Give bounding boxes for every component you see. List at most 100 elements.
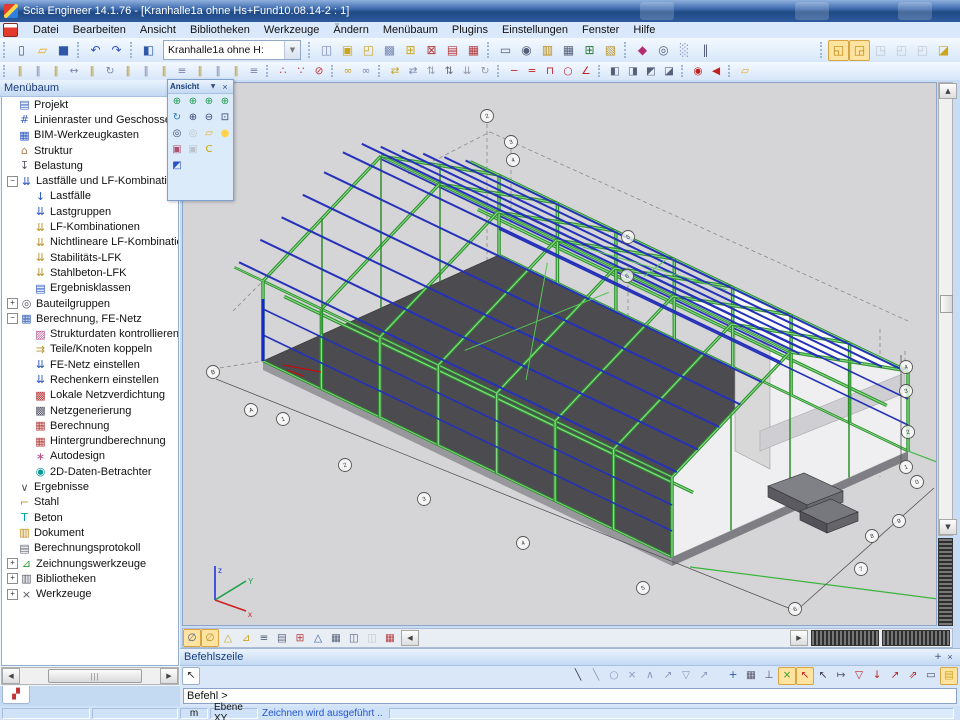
snap-node-button[interactable]: ↖ xyxy=(814,667,832,685)
light-bulb-button[interactable]: ● xyxy=(217,126,233,142)
window-layout-4-button[interactable]: ◰ xyxy=(891,40,912,61)
draw-dimension-button[interactable]: = xyxy=(523,62,541,80)
zoom-out-button[interactable]: ⊖ xyxy=(201,110,217,126)
rotate-bar-horizontal-2[interactable] xyxy=(882,630,950,646)
render-surface-button[interactable]: ∅ xyxy=(201,629,219,647)
menu--ndern[interactable]: Ändern xyxy=(326,23,375,37)
snap-vec-button[interactable]: ↗ xyxy=(695,667,713,685)
snap-arc-button[interactable]: ○ xyxy=(605,667,623,685)
tree-item-berechnung[interactable]: ▦Berechnung xyxy=(2,418,178,433)
collapse-toolbar-button[interactable]: ◀ xyxy=(401,630,419,646)
copy-attributes-button[interactable]: ▩ xyxy=(379,40,400,61)
draw-bracket-button[interactable]: ⊓ xyxy=(541,62,559,80)
tree-item-ergebnisse[interactable]: ∨Ergebnisse xyxy=(2,479,178,494)
status-unit[interactable]: m xyxy=(180,708,208,719)
member-info-button[interactable]: ‖ xyxy=(695,40,716,61)
rotate-member-button[interactable]: ↻ xyxy=(101,62,119,80)
scroll-up-icon[interactable]: ▲ xyxy=(939,83,957,99)
show-labels-button[interactable]: ≡ xyxy=(255,629,273,647)
properties-side-tab[interactable]: ▞ xyxy=(2,686,30,704)
expand-icon[interactable]: + xyxy=(7,298,18,309)
ansicht-palette-header[interactable]: Ansicht ▼ × xyxy=(168,80,233,94)
connect-link-6-button[interactable]: ↻ xyxy=(476,62,494,80)
show-model-data-button[interactable]: ⊞ xyxy=(291,629,309,647)
snap-select-button[interactable]: ↖ xyxy=(796,667,814,685)
snap-edge-button[interactable]: ↦ xyxy=(832,667,850,685)
snap-ortho-button[interactable]: ⊥ xyxy=(760,667,778,685)
mesh-generate-button[interactable]: ⊠ xyxy=(421,40,442,61)
document-new-button[interactable]: ⊞ xyxy=(579,40,600,61)
tree-item-lf-kombinationen[interactable]: ⇊LF-Kombinationen xyxy=(2,219,178,234)
extend-member-button[interactable]: ∥ xyxy=(191,62,209,80)
close-icon[interactable]: × xyxy=(944,651,956,663)
multicopy-button[interactable]: ∥ xyxy=(47,62,65,80)
tree-item-hintergrundberechnung[interactable]: ▦Hintergrundberechnung xyxy=(2,434,178,449)
window-layout-5-button[interactable]: ◰ xyxy=(912,40,933,61)
menu-bibliotheken[interactable]: Bibliotheken xyxy=(183,23,257,37)
clip-plane-button[interactable]: ◀ xyxy=(707,62,725,80)
copy-member-button[interactable]: ∥ xyxy=(29,62,47,80)
snap-dot-grid-button[interactable]: ▦ xyxy=(742,667,760,685)
tree-item-fe-netz-einstellen[interactable]: ⇊FE-Netz einstellen xyxy=(2,357,178,372)
paperspace-2-button[interactable]: ◨ xyxy=(624,62,642,80)
tree-item-beton[interactable]: TBeton xyxy=(2,510,178,525)
menu-einstellungen[interactable]: Einstellungen xyxy=(495,23,575,37)
snap-tri-button[interactable]: ▽ xyxy=(677,667,695,685)
render-wireframe-button[interactable]: ∅ xyxy=(183,629,201,647)
dropdown-arrow-icon[interactable]: ▼ xyxy=(284,41,300,59)
calculation-frame-button[interactable]: ▤ xyxy=(442,40,463,61)
clipping-box-button[interactable]: C xyxy=(201,142,217,158)
tree-item-nichtlineare-lf-kombinationen[interactable]: ⇊Nichtlineare LF-Kombinationen xyxy=(2,235,178,250)
draw-line-button[interactable]: ─ xyxy=(505,62,523,80)
fast-draw-button[interactable]: ▦ xyxy=(327,629,345,647)
snap-endpoint-button[interactable]: × xyxy=(778,667,796,685)
stretch-member-button[interactable]: ↔ xyxy=(65,62,83,80)
paperspace-gallery-button[interactable]: ▦ xyxy=(558,40,579,61)
tree-item-bauteilgruppen[interactable]: +◎Bauteilgruppen xyxy=(2,296,178,311)
expand-toolbar-button[interactable]: ▶ xyxy=(790,630,808,646)
view-axo-button[interactable]: ⊕ xyxy=(217,94,233,110)
undo-button[interactable]: ↶ xyxy=(85,40,106,61)
expand-icon[interactable]: + xyxy=(7,589,18,600)
tree-item-bim-werkzeugkasten[interactable]: ▦BIM-Werkzeugkasten xyxy=(2,128,178,143)
draw-angle-button[interactable]: ∠ xyxy=(577,62,595,80)
menu-bearbeiten[interactable]: Bearbeiten xyxy=(66,23,133,37)
chevron-down-icon[interactable]: ▼ xyxy=(207,81,219,93)
scroll-left-icon[interactable]: ◀ xyxy=(2,668,20,684)
print-preview-button[interactable]: ◉ xyxy=(516,40,537,61)
connect-link-2-button[interactable]: ⇄ xyxy=(404,62,422,80)
connect-link-1-button[interactable]: ⇄ xyxy=(386,62,404,80)
view-x-button[interactable]: ⊕ xyxy=(169,94,185,110)
tree-item-autodesign[interactable]: ∗Autodesign xyxy=(2,449,178,464)
show-loads-button[interactable]: ⊿ xyxy=(237,629,255,647)
pointer-cursor-button[interactable]: ↖ xyxy=(182,667,200,685)
model-canvas[interactable]: BA1234567894321023456zYx xyxy=(182,82,937,626)
document-edit-button[interactable]: ▧ xyxy=(600,40,621,61)
scroll-thumb[interactable]: ||| xyxy=(48,669,142,683)
align-member-button[interactable]: ∥ xyxy=(119,62,137,80)
tree-item-berechnung-fe-netz[interactable]: −▦Berechnung, FE-Netz xyxy=(2,311,178,326)
tree-item-berechnungsprotokoll[interactable]: ▤Berechnungsprotokoll xyxy=(2,541,178,556)
open-project-button[interactable]: ▱ xyxy=(32,40,53,61)
show-local-axes-button[interactable]: △ xyxy=(309,629,327,647)
window-layout-2-button[interactable]: ◲ xyxy=(849,40,870,61)
mirror-member-button[interactable]: ∥ xyxy=(83,62,101,80)
project-dropdown[interactable]: Kranhalle1a ohne H:▼ xyxy=(163,40,301,60)
tree-item-teile-knoten-koppeln[interactable]: ⇉Teile/Knoten koppeln xyxy=(2,342,178,357)
tree-item-dokument[interactable]: ▥Dokument xyxy=(2,525,178,540)
snap-length-button[interactable]: ▭ xyxy=(922,667,940,685)
viewport-vscrollbar[interactable]: ▲ ▼ xyxy=(938,82,953,536)
disconnect-member-button[interactable]: ∥ xyxy=(155,62,173,80)
workspace-panel-button[interactable]: ◧ xyxy=(138,40,159,61)
weld-nodes-button[interactable]: ∴ xyxy=(274,62,292,80)
free-nodes-button[interactable]: ∵ xyxy=(292,62,310,80)
tree-item-bibliotheken[interactable]: +▥Bibliotheken xyxy=(2,571,178,586)
connect-link-3-button[interactable]: ⇅ xyxy=(422,62,440,80)
menu-ansicht[interactable]: Ansicht xyxy=(133,23,183,37)
command-input[interactable]: Befehl > xyxy=(183,688,957,704)
rotate-view-button[interactable]: ↻ xyxy=(169,110,185,126)
view-folder-button[interactable]: ▱ xyxy=(201,126,217,142)
tree-item-struktur[interactable]: ⌂Struktur xyxy=(2,143,178,158)
snap-line-button[interactable]: ╲ xyxy=(569,667,587,685)
scroll-right-icon[interactable]: ▶ xyxy=(160,668,178,684)
